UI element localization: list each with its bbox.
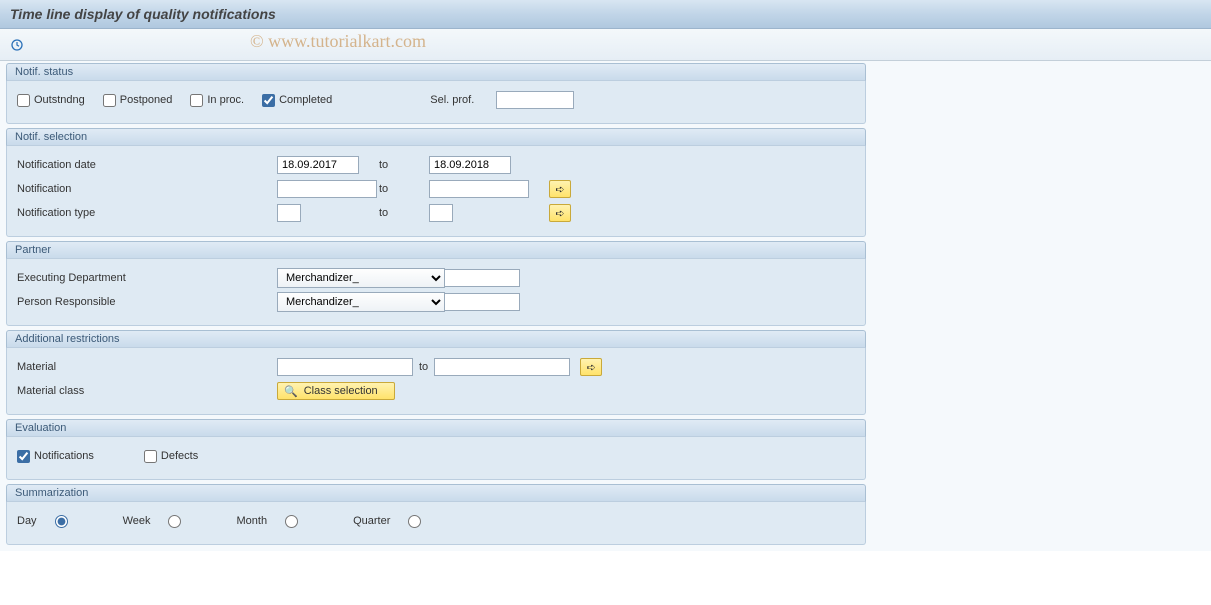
checkbox-completed[interactable]: Completed [262, 94, 332, 107]
checkbox-inproc-input[interactable] [190, 94, 203, 107]
notif-date-from-input[interactable] [277, 156, 359, 174]
binoculars-icon: 🔍 [284, 385, 298, 398]
person-resp-extra-input[interactable] [444, 293, 520, 311]
radio-quarter-wrap[interactable]: Quarter [353, 515, 421, 528]
notif-date-to-input[interactable] [429, 156, 511, 174]
to-label-2: to [379, 183, 419, 195]
radio-quarter-label: Quarter [353, 515, 390, 527]
arrow-right-icon: ➪ [587, 361, 596, 374]
checkbox-postponed[interactable]: Postponed [103, 94, 173, 107]
group-header-partner: Partner [6, 241, 866, 259]
exec-dept-extra-input[interactable] [444, 269, 520, 287]
toolbar: © www.tutorialkart.com [0, 29, 1211, 61]
checkbox-completed-label: Completed [279, 94, 332, 106]
checkbox-postponed-input[interactable] [103, 94, 116, 107]
radio-day-input[interactable] [55, 515, 68, 528]
to-label-4: to [419, 361, 428, 373]
page-title-bar: Time line display of quality notificatio… [0, 0, 1211, 29]
multi-select-type-button[interactable]: ➪ [549, 204, 571, 222]
checkbox-inproc[interactable]: In proc. [190, 94, 244, 107]
radio-week-wrap[interactable]: Week [123, 515, 182, 528]
group-header-notif-selection: Notif. selection [6, 128, 866, 146]
radio-day-label: Day [17, 515, 37, 527]
material-from-input[interactable] [277, 358, 413, 376]
notification-to-input[interactable] [429, 180, 529, 198]
radio-quarter-input[interactable] [408, 515, 421, 528]
multi-select-notification-button[interactable]: ➪ [549, 180, 571, 198]
content-area: Notif. status Outstndng Postponed In pro… [0, 61, 1211, 551]
checkbox-completed-input[interactable] [262, 94, 275, 107]
checkbox-inproc-label: In proc. [207, 94, 244, 106]
group-notif-selection: Notif. selection Notification date to No… [6, 128, 1205, 237]
group-header-summarization: Summarization [6, 484, 866, 502]
exec-dept-select[interactable]: Merchandizer_ [277, 268, 445, 288]
checkbox-outstanding-input[interactable] [17, 94, 30, 107]
person-resp-label: Person Responsible [17, 296, 277, 308]
checkbox-defects-label: Defects [161, 450, 198, 462]
checkbox-notifications[interactable]: Notifications [17, 450, 94, 463]
checkbox-defects[interactable]: Defects [144, 450, 198, 463]
sel-prof-label: Sel. prof. [430, 94, 474, 106]
group-header-notif-status: Notif. status [6, 63, 866, 81]
group-summarization: Summarization Day Week Month Quarter [6, 484, 1205, 545]
checkbox-notifications-label: Notifications [34, 450, 94, 462]
arrow-right-icon: ➪ [555, 183, 564, 196]
group-evaluation: Evaluation Notifications Defects [6, 419, 1205, 480]
notification-label: Notification [17, 183, 277, 195]
checkbox-postponed-label: Postponed [120, 94, 173, 106]
radio-week-label: Week [123, 515, 151, 527]
notif-date-label: Notification date [17, 159, 277, 171]
radio-month-input[interactable] [285, 515, 298, 528]
notif-type-from-input[interactable] [277, 204, 301, 222]
group-header-evaluation: Evaluation [6, 419, 866, 437]
class-selection-button[interactable]: 🔍 Class selection [277, 382, 395, 400]
checkbox-defects-input[interactable] [144, 450, 157, 463]
multi-select-material-button[interactable]: ➪ [580, 358, 602, 376]
checkbox-outstanding-label: Outstndng [34, 94, 85, 106]
to-label-3: to [379, 207, 419, 219]
group-header-additional: Additional restrictions [6, 330, 866, 348]
group-partner: Partner Executing Department Merchandize… [6, 241, 1205, 326]
material-class-label: Material class [17, 385, 277, 397]
radio-day-wrap[interactable]: Day [17, 515, 68, 528]
radio-week-input[interactable] [168, 515, 181, 528]
notification-from-input[interactable] [277, 180, 377, 198]
notif-type-label: Notification type [17, 207, 277, 219]
execute-icon[interactable] [8, 36, 26, 54]
to-label-1: to [379, 159, 419, 171]
radio-month-label: Month [236, 515, 267, 527]
group-notif-status: Notif. status Outstndng Postponed In pro… [6, 63, 1205, 124]
watermark: © www.tutorialkart.com [250, 31, 426, 52]
material-label: Material [17, 361, 277, 373]
checkbox-outstanding[interactable]: Outstndng [17, 94, 85, 107]
radio-month-wrap[interactable]: Month [236, 515, 298, 528]
page-title: Time line display of quality notificatio… [10, 6, 276, 22]
class-selection-label: Class selection [304, 385, 378, 397]
checkbox-notifications-input[interactable] [17, 450, 30, 463]
arrow-right-icon: ➪ [555, 207, 564, 220]
person-resp-select[interactable]: Merchandizer_ [277, 292, 445, 312]
group-additional: Additional restrictions Material to ➪ Ma… [6, 330, 1205, 415]
exec-dept-label: Executing Department [17, 272, 277, 284]
sel-prof-input[interactable] [496, 91, 574, 109]
notif-type-to-input[interactable] [429, 204, 453, 222]
material-to-input[interactable] [434, 358, 570, 376]
